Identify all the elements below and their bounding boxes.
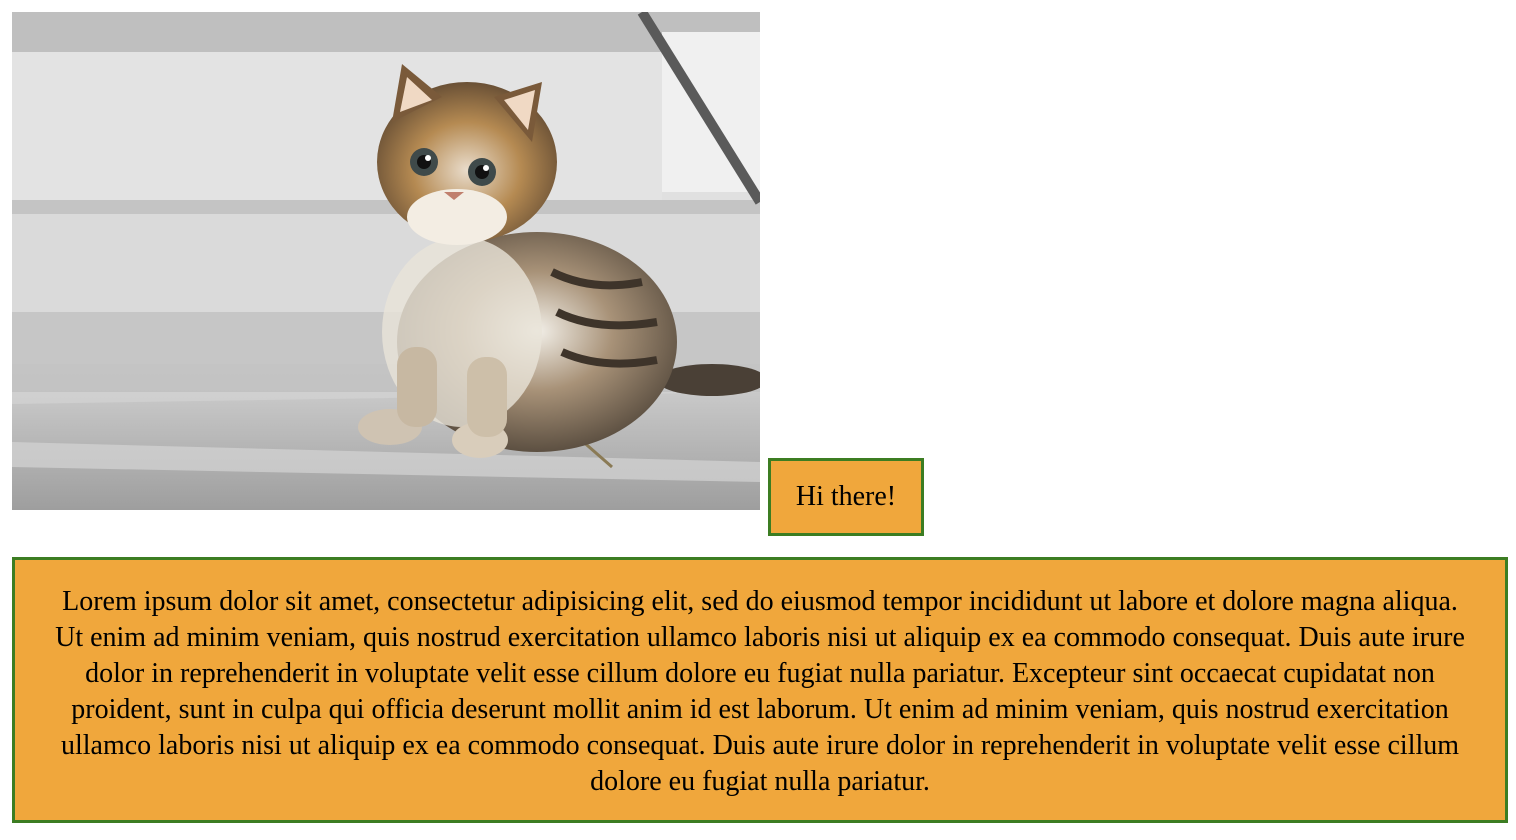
kitten-photo xyxy=(12,12,760,510)
lorem-paragraph-box: Lorem ipsum dolor sit amet, consectetur … xyxy=(12,557,1508,823)
greeting-box: Hi there! xyxy=(768,458,924,536)
greeting-text: Hi there! xyxy=(795,481,897,512)
lorem-paragraph-text: Lorem ipsum dolor sit amet, consectetur … xyxy=(55,586,1465,797)
